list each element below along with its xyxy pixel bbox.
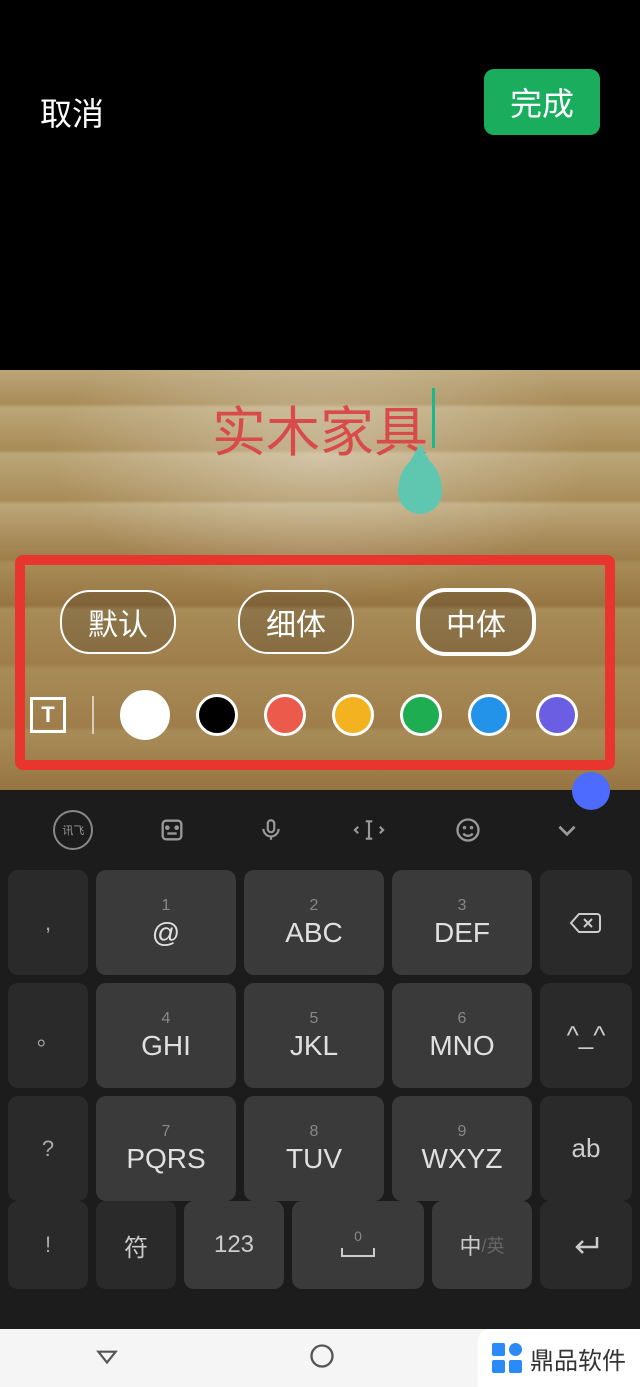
keyboard-function-column: ^_^ ab (540, 870, 632, 1201)
cursor-mode-icon[interactable] (349, 810, 389, 850)
done-button[interactable]: 完成 (484, 69, 600, 135)
divider (92, 696, 94, 734)
key-ghi[interactable]: 4GHI (96, 983, 236, 1088)
font-style-row: 默认 细体 中体 (0, 588, 640, 656)
key-ab[interactable]: ab (540, 1096, 632, 1201)
floating-indicator (572, 772, 610, 810)
collapse-keyboard-icon[interactable] (547, 810, 587, 850)
key-pqrs[interactable]: 7PQRS (96, 1096, 236, 1201)
key-123[interactable]: 123 (184, 1201, 284, 1289)
color-swatch-red[interactable] (264, 694, 306, 736)
color-swatch-green[interactable] (400, 694, 442, 736)
key-symbols[interactable]: 符 (96, 1201, 176, 1289)
color-swatch-black[interactable] (196, 694, 238, 736)
text-box-icon[interactable]: T (30, 697, 66, 733)
color-swatch-yellow[interactable] (332, 694, 374, 736)
color-picker-row: T (0, 690, 640, 740)
key-backspace[interactable] (540, 870, 632, 975)
watermark-logo-icon (492, 1343, 522, 1373)
key-wxyz[interactable]: 9WXYZ (392, 1096, 532, 1201)
font-medium-button[interactable]: 中体 (416, 588, 536, 656)
key-def[interactable]: 3DEF (392, 870, 532, 975)
watermark-text: 鼎品软件 (530, 1341, 626, 1376)
key-question[interactable]: ? (8, 1096, 88, 1201)
microphone-icon[interactable] (251, 810, 291, 850)
nav-home-icon[interactable] (308, 1342, 336, 1375)
key-enter[interactable] (540, 1201, 632, 1289)
key-@[interactable]: 1@ (96, 870, 236, 975)
text-cursor (432, 388, 435, 448)
cancel-button[interactable]: 取消 (40, 89, 104, 135)
header-bar: 取消 完成 (0, 0, 640, 160)
font-thin-button[interactable]: 细体 (238, 590, 354, 654)
clipboard-icon[interactable] (152, 810, 192, 850)
key-exclaim[interactable]: ! (8, 1201, 88, 1289)
lang-en-label: /英 (482, 1232, 505, 1258)
color-swatch-white[interactable] (120, 690, 170, 740)
color-swatch-blue[interactable] (468, 694, 510, 736)
key-abc[interactable]: 2ABC (244, 870, 384, 975)
selection-handle[interactable] (398, 458, 442, 514)
nav-back-icon[interactable] (94, 1343, 120, 1374)
keyboard-punctuation-column: , 。 ? (8, 870, 88, 1201)
key-space[interactable]: 0 (292, 1201, 424, 1289)
watermark-badge: 鼎品软件 (478, 1329, 640, 1387)
font-default-button[interactable]: 默认 (60, 590, 176, 654)
keyboard-toolbar: 讯飞 (0, 790, 640, 870)
key-emoticon[interactable]: ^_^ (540, 983, 632, 1088)
key-tuv[interactable]: 8TUV (244, 1096, 384, 1201)
ime-keyboard: 讯飞 , 。 ? 1@2ABC3DEF 4GHI5JKL6MNO 7PQRS8TUV… (0, 790, 640, 1330)
edit-canvas[interactable]: 实木家具 默认 细体 中体 T (0, 370, 640, 790)
key-language-toggle[interactable]: 中/英 (432, 1201, 532, 1289)
key-comma[interactable]: , (8, 870, 88, 975)
key-jkl[interactable]: 5JKL (244, 983, 384, 1088)
text-input-overlay[interactable]: 实木家具 (212, 388, 428, 467)
color-swatch-purple[interactable] (536, 694, 578, 736)
space-key-num: 0 (354, 1228, 362, 1244)
lang-zh-label: 中 (459, 1229, 481, 1261)
key-mno[interactable]: 6MNO (392, 983, 532, 1088)
key-period[interactable]: 。 (8, 983, 88, 1088)
emoji-icon[interactable] (448, 810, 488, 850)
ime-brand-icon[interactable]: 讯飞 (53, 810, 93, 850)
